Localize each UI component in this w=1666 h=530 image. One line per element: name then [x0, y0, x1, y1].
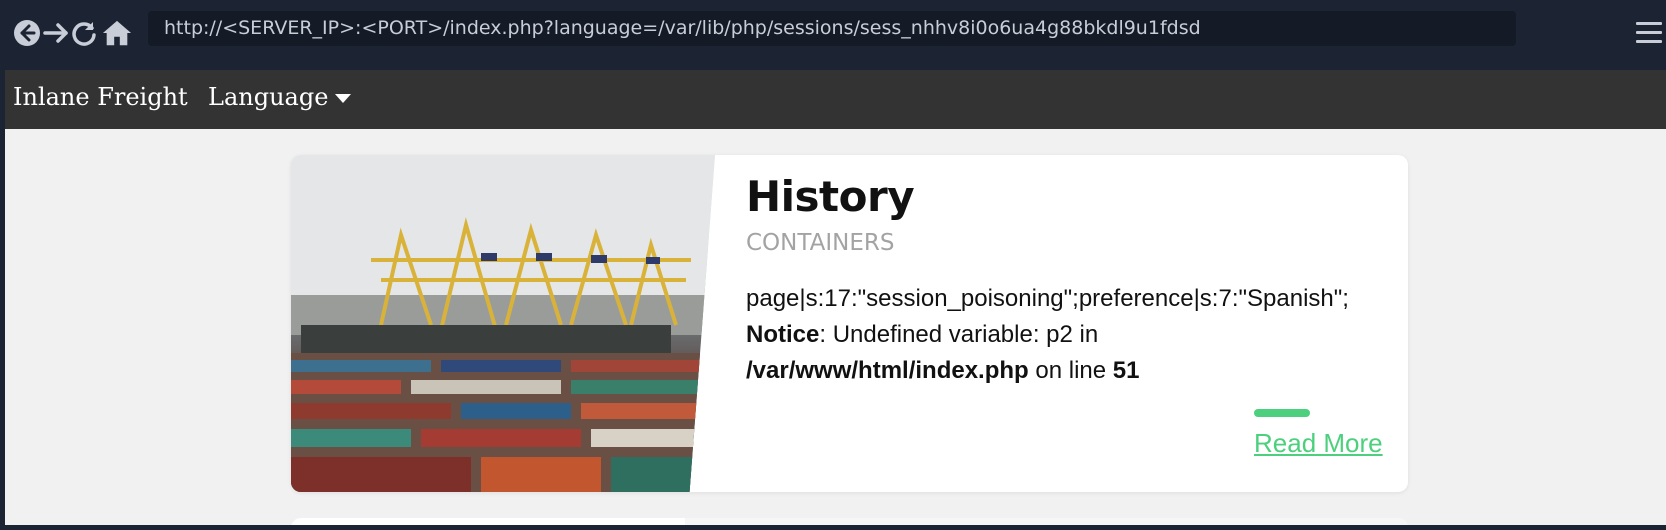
url-bar[interactable]: http://<SERVER_IP>:<PORT>/index.php?lang…: [148, 11, 1516, 46]
session-dump-text: page|s:17:"session_poisoning";preference…: [746, 285, 1349, 312]
reload-icon[interactable]: [69, 18, 99, 48]
language-dropdown[interactable]: Language: [208, 80, 352, 114]
page-viewport: Inlane Freight Language History CONTAINE…: [5, 70, 1666, 525]
card-text: page|s:17:"session_poisoning";preference…: [746, 281, 1386, 389]
read-more-link[interactable]: Read More: [1254, 427, 1383, 459]
card-subtitle: CONTAINERS: [746, 230, 895, 256]
history-card: History CONTAINERS page|s:17:"session_po…: [291, 155, 1408, 492]
site-navbar: Inlane Freight Language: [5, 70, 1666, 129]
container-port-image: [291, 155, 715, 492]
notice-path: /var/www/html/index.php: [746, 357, 1029, 384]
php-notice: Notice: Undefined variable: p2 in /var/w…: [746, 317, 1386, 389]
card-title: History: [746, 172, 915, 221]
browser-toolbar: http://<SERVER_IP>:<PORT>/index.php?lang…: [0, 0, 1666, 70]
language-dropdown-label: Language: [208, 83, 329, 111]
home-icon[interactable]: [102, 18, 132, 48]
read-more-accent-bar: [1254, 409, 1310, 417]
notice-text: : Undefined variable: p2 in: [819, 321, 1099, 348]
notice-label: Notice: [746, 321, 820, 348]
notice-line-number: 51: [1112, 357, 1140, 384]
back-icon[interactable]: [12, 18, 42, 48]
next-card-edge: [685, 518, 1408, 525]
card-body: History CONTAINERS page|s:17:"session_po…: [746, 169, 1386, 389]
notice-on-line: on line: [1028, 357, 1113, 384]
forward-icon[interactable]: [41, 18, 71, 48]
brand-link[interactable]: Inlane Freight: [13, 80, 188, 114]
caret-down-icon: [335, 93, 352, 103]
menu-icon[interactable]: [1636, 22, 1662, 50]
